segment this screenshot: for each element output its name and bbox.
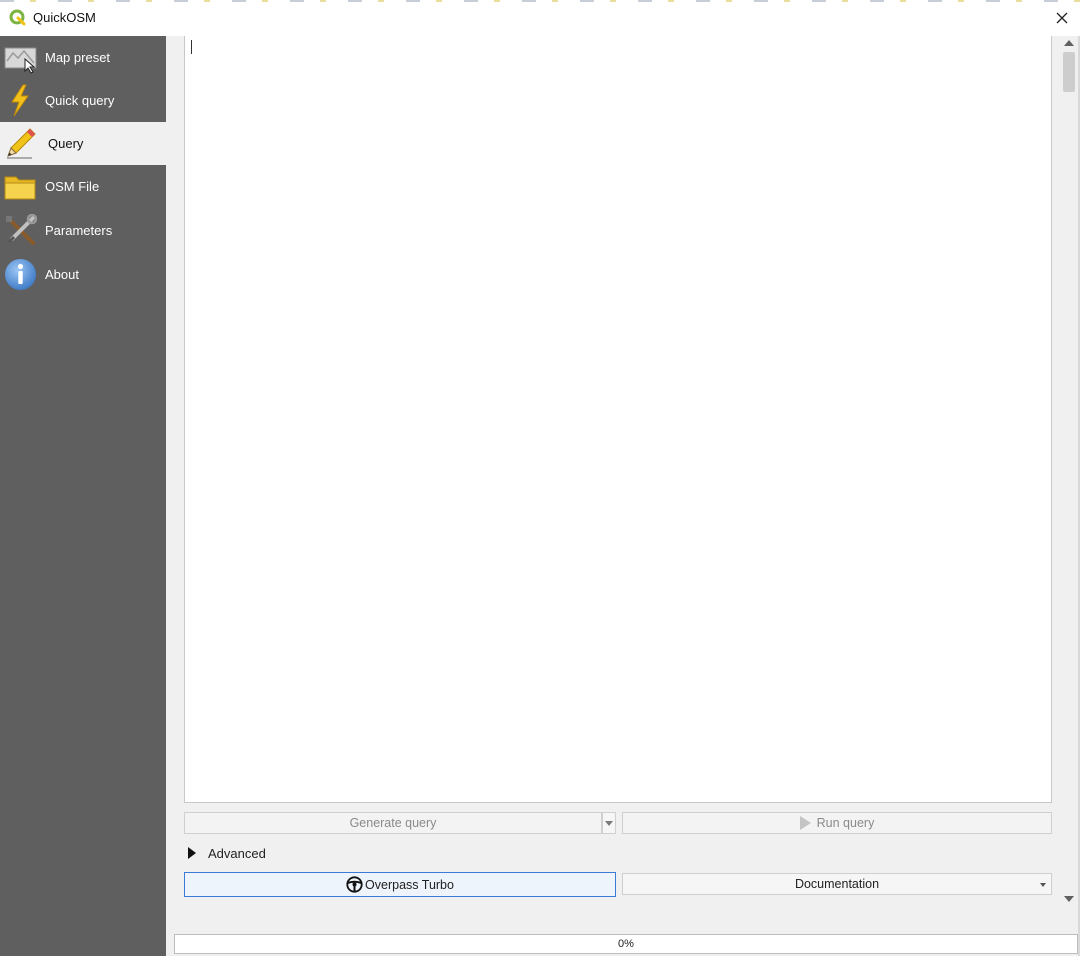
sidebar-item-about[interactable]: About: [0, 253, 166, 296]
folder-icon: [4, 176, 36, 200]
sidebar-item-label: Quick query: [45, 93, 115, 108]
scroll-up-icon[interactable]: [1064, 40, 1074, 46]
dropdown-arrow-icon: [1040, 883, 1046, 887]
sidebar-item-query[interactable]: Query: [0, 122, 166, 165]
sidebar-item-osm-file[interactable]: OSM File: [0, 165, 166, 208]
sidebar-item-parameters[interactable]: Parameters: [0, 209, 166, 252]
text-caret: [191, 40, 192, 54]
scrollbar-thumb[interactable]: [1063, 52, 1075, 92]
tools-icon: [6, 214, 37, 245]
advanced-toggle[interactable]: Advanced: [188, 844, 266, 862]
overpass-turbo-label: Overpass Turbo: [365, 877, 454, 892]
qgis-logo-icon: [9, 9, 26, 26]
sidebar-item-label: Parameters: [45, 223, 113, 238]
title-bar: QuickOSM: [0, 0, 1080, 36]
sidebar-item-label: Query: [48, 136, 84, 151]
documentation-button[interactable]: Documentation: [622, 873, 1052, 895]
sidebar-item-quick-query[interactable]: Quick query: [0, 79, 166, 122]
window-title: QuickOSM: [33, 10, 96, 25]
progress-bar: 0%: [174, 934, 1078, 954]
expand-arrow-icon: [188, 847, 196, 859]
lightning-icon: [11, 84, 29, 117]
close-button[interactable]: [1044, 0, 1080, 36]
generate-query-button[interactable]: Generate query: [184, 812, 602, 834]
sidebar-item-map-preset[interactable]: Map preset: [0, 36, 166, 79]
chevron-down-icon: [605, 820, 613, 826]
run-query-label: Run query: [816, 816, 875, 830]
info-icon: [5, 259, 36, 290]
run-query-button[interactable]: Run query: [622, 812, 1052, 834]
pencil-icon: [7, 128, 36, 159]
sidebar-item-label: OSM File: [45, 179, 100, 194]
background-window-strip: [0, 0, 1080, 2]
progress-label: 0%: [618, 938, 634, 950]
close-icon: [1056, 12, 1068, 24]
steering-wheel-icon: [346, 876, 363, 893]
query-editor[interactable]: [184, 36, 1052, 803]
map-icon: [4, 47, 37, 74]
sidebar-item-label: About: [45, 267, 79, 282]
query-panel: Generate query Run query Advanced Overpa…: [166, 36, 1080, 956]
generate-query-label: Generate query: [349, 816, 437, 830]
documentation-label: Documentation: [794, 877, 880, 891]
vertical-scrollbar[interactable]: [1060, 36, 1078, 906]
sidebar: Map preset Quick query Query OSM File Pa…: [0, 36, 166, 956]
overpass-turbo-button[interactable]: Overpass Turbo: [184, 872, 616, 897]
advanced-label: Advanced: [208, 845, 266, 861]
sidebar-item-label: Map preset: [45, 50, 111, 65]
generate-query-menu-button[interactable]: [602, 812, 616, 834]
play-icon: [799, 816, 811, 830]
scroll-down-icon[interactable]: [1064, 896, 1074, 902]
